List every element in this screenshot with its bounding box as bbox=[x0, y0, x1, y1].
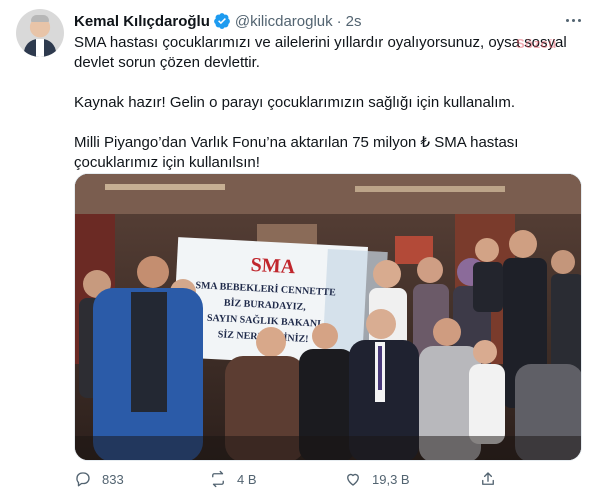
tweet-text: SMA hastası çocuklarımızı ve ailelerini … bbox=[74, 33, 574, 173]
ceiling-light bbox=[355, 186, 505, 192]
author-handle[interactable]: @kilicdarogluk bbox=[235, 13, 333, 30]
ceiling bbox=[75, 174, 581, 214]
more-dot bbox=[577, 18, 581, 22]
heart-icon bbox=[347, 473, 359, 486]
like-count: 19,3 B bbox=[372, 471, 410, 487]
avatar[interactable] bbox=[16, 9, 64, 57]
retweet-button[interactable]: 4 B bbox=[209, 470, 344, 488]
tweet-paragraph: Milli Piyango’dan Varlık Fonu’na aktarıl… bbox=[74, 134, 519, 171]
reply-icon bbox=[76, 472, 90, 487]
like-button[interactable]: 19,3 B bbox=[344, 470, 479, 488]
author-name[interactable]: Kemal Kılıçdaroğlu bbox=[74, 13, 210, 30]
floor-shadow bbox=[75, 436, 581, 460]
avatar-shirt bbox=[36, 39, 44, 57]
avatar-hair bbox=[31, 15, 49, 22]
tweet-actions: 833 4 B 19,3 B bbox=[74, 467, 582, 491]
tweet-card[interactable]: Kemal Kılıçdaroğlu @kilicdarogluk · 2s S… bbox=[0, 0, 600, 493]
more-horizontal-icon[interactable] bbox=[562, 9, 584, 31]
tweet-paragraph: Kaynak hazır! Gelin o parayı çocuklarımı… bbox=[74, 94, 516, 111]
verified-badge-icon bbox=[213, 13, 230, 29]
tweet-time[interactable]: 2s bbox=[346, 13, 362, 30]
tweet-photo[interactable]: SMA SMA BEBEKLERİ CENNETTE BİZ BURADAYIZ… bbox=[74, 173, 582, 461]
reply-count: 833 bbox=[102, 471, 124, 487]
reply-button[interactable]: 833 bbox=[74, 470, 209, 488]
share-icon bbox=[482, 472, 494, 485]
photo-scene: SMA SMA BEBEKLERİ CENNETTE BİZ BURADAYIZ… bbox=[75, 174, 581, 460]
tweet-header: Kemal Kılıçdaroğlu @kilicdarogluk · 2s bbox=[74, 11, 361, 31]
retweet-count: 4 B bbox=[237, 471, 257, 487]
watermark: Sözcü bbox=[516, 36, 557, 51]
ceiling-light bbox=[105, 184, 225, 190]
separator-dot: · bbox=[336, 12, 342, 30]
share-button[interactable] bbox=[479, 470, 519, 488]
retweet-icon bbox=[212, 470, 224, 488]
more-dot bbox=[565, 18, 569, 22]
more-dot bbox=[571, 18, 575, 22]
banner-title: SMA bbox=[250, 254, 296, 278]
tweet-paragraph: SMA hastası çocuklarımızı ve ailelerini … bbox=[74, 34, 567, 71]
